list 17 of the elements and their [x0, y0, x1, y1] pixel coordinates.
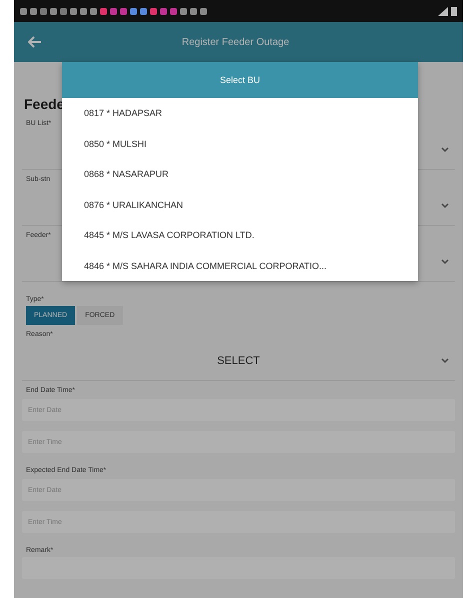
chevron-down-icon	[441, 203, 449, 209]
section-heading: Feede	[24, 96, 64, 112]
chevron-down-icon	[441, 358, 449, 364]
signal-icon	[438, 6, 448, 16]
list-item[interactable]: 0817 * HADAPSAR	[62, 98, 418, 128]
list-item[interactable]: 4846 * M/S SAHARA INDIA COMMERCIAL CORPORATIO...	[62, 250, 418, 281]
back-arrow-icon[interactable]	[28, 36, 42, 48]
dialog-title: Select BU	[62, 62, 418, 98]
list-item[interactable]: 0850 * MULSHI	[62, 128, 418, 159]
screen-title: Register Feeder Outage	[180, 36, 290, 48]
list-item[interactable]: 4845 * M/S LAVASA CORPORATION LTD.	[62, 220, 418, 250]
list-item[interactable]: 0868 * NASARAPUR	[62, 159, 418, 190]
list-item[interactable]: 0876 * URALIKANCHAN	[62, 190, 418, 220]
chevron-down-icon	[441, 259, 449, 265]
chevron-down-icon	[441, 147, 449, 153]
dropdown-field[interactable]: SELECT	[22, 341, 455, 381]
battery-icon	[451, 6, 457, 16]
